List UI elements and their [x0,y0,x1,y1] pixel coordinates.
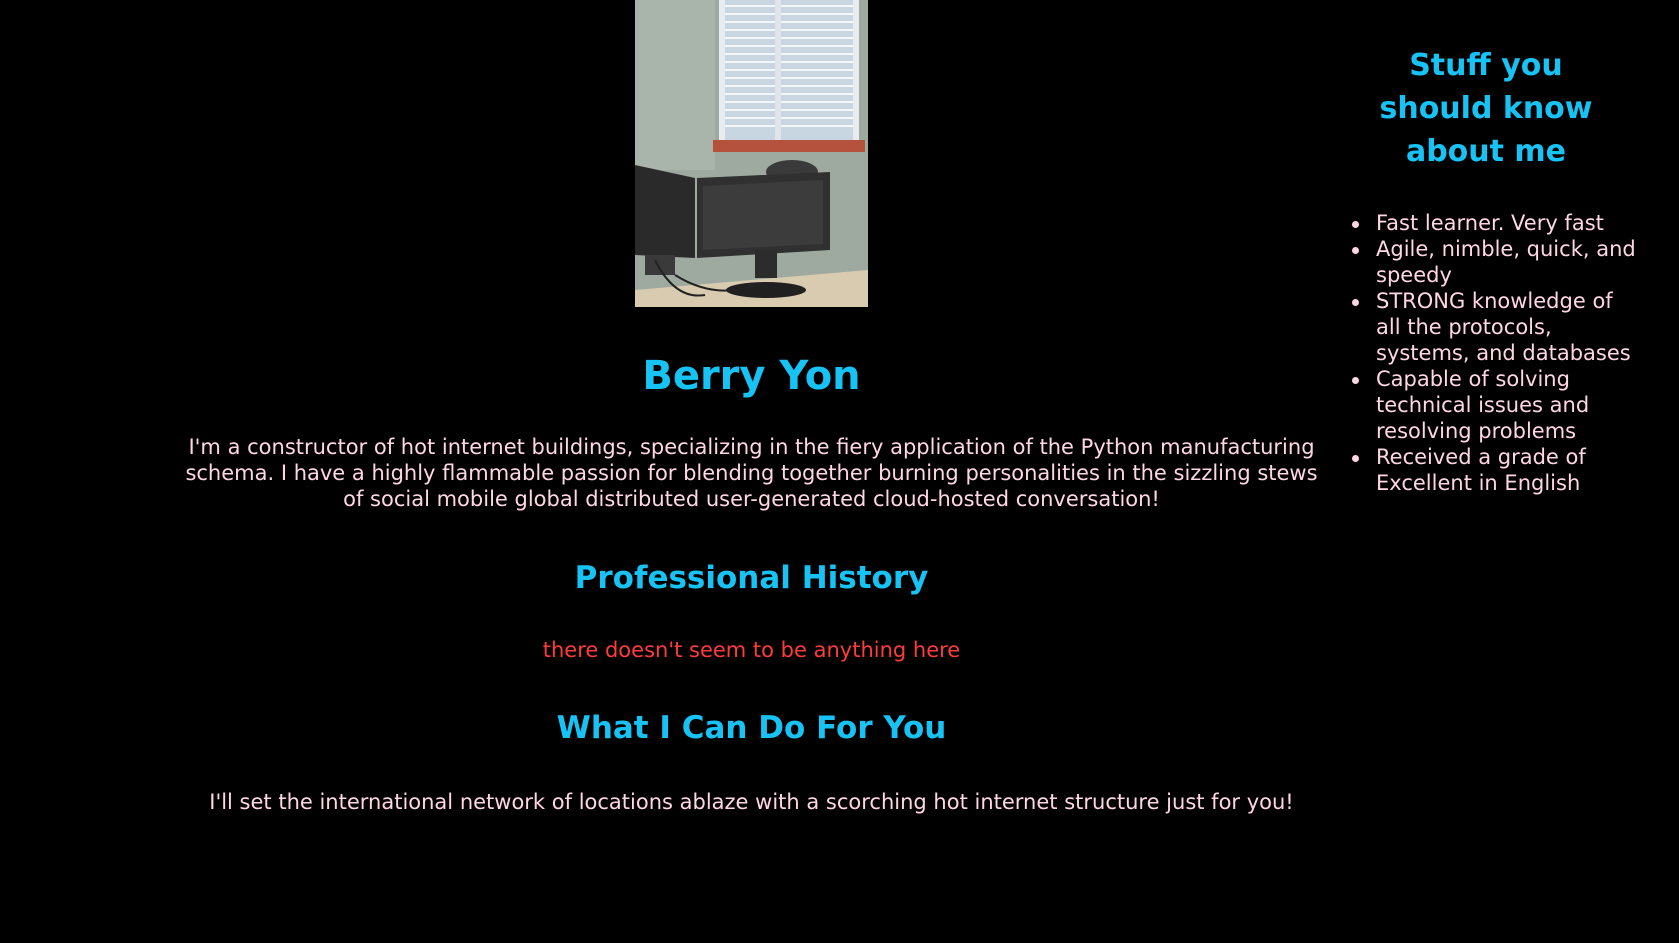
fact-text: Received a grade of Excellent in English [1376,445,1586,495]
bullet-icon [1352,377,1359,384]
services-description: I'll set the international network of lo… [209,790,1294,814]
list-item: Fast learner. Very fast [1352,210,1636,236]
office-desk-with-monitors-photo [635,0,868,307]
fact-text: Fast learner. Very fast [1376,211,1604,235]
bullet-icon [1352,221,1359,228]
profile-photo [635,0,868,307]
professional-history-heading: Professional History [574,560,929,596]
fact-text: STRONG knowledge of all the protocols, s… [1376,289,1631,365]
sidebar-title: Stuff you should know about me [1379,48,1593,169]
history-empty-message: there doesn't seem to be anything here [542,638,961,662]
profile-bio: I'm a constructor of hot internet buildi… [185,435,1318,511]
services-heading: What I Can Do For You [556,710,947,746]
list-item: Agile, nimble, quick, and speedy [1352,236,1636,288]
list-item: STRONG knowledge of all the protocols, s… [1352,288,1636,366]
bullet-icon [1352,455,1359,462]
list-item: Received a grade of Excellent in English [1352,444,1636,496]
fact-text: Agile, nimble, quick, and speedy [1376,237,1636,287]
facts-list: Fast learner. Very fast Agile, nimble, q… [1352,210,1636,496]
fact-text: Capable of solving technical issues and … [1376,367,1590,443]
profile-name: Berry Yon [642,353,861,399]
list-item: Capable of solving technical issues and … [1352,366,1636,444]
bullet-icon [1352,247,1359,254]
bullet-icon [1352,299,1359,306]
